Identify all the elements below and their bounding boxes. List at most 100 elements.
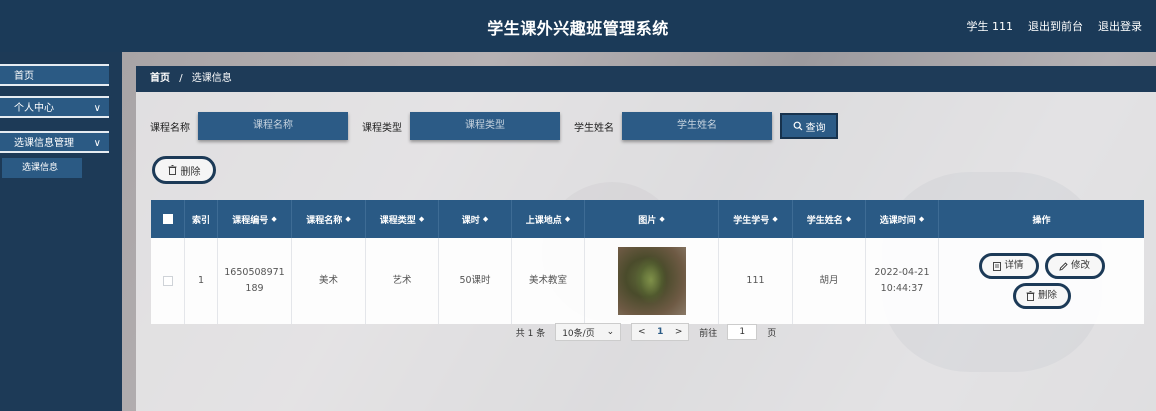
sidebar-item-home[interactable]: 首页 [0,64,109,86]
student-name-input[interactable] [622,112,772,140]
page-size-value: 10条/页 [562,328,595,339]
edit-button[interactable]: 修改 [1044,253,1105,279]
hours-cell: 50课时 [439,238,512,324]
column-header[interactable]: 选课时间 ◆ [866,200,939,238]
course-type-input[interactable] [410,112,560,140]
sort-icon[interactable]: ◆ [419,215,424,223]
actions-row: 详情 修改 [978,253,1105,279]
student-no-cell: 111 [719,238,793,324]
row-checkbox[interactable] [162,276,173,286]
chevron-down-icon: ∨ [93,103,101,114]
main-area: 首页 / 选课信息 课程名称 课程类型 学生姓名 查询 删除 索引 课程编号◆ [122,52,1156,411]
column-header-label: 课程编号 [232,215,269,226]
table-header: 索引 课程编号 ◆ 课程名称 ◆ 课程类型 ◆ 课时 ◆ 上课地点 ◆ 图片 ◆ 学生学号 ◆… [151,200,1144,238]
student-name-label: 学生姓名 [574,122,614,134]
sort-icon[interactable]: ◆ [772,215,777,223]
column-header[interactable]: 课时 ◆ [439,200,512,238]
column-header-label: 图片 [638,215,657,226]
breadcrumb-home[interactable]: 首页 [150,73,170,84]
sidebar-subitem-course-selection[interactable]: 选课信息 [2,158,82,178]
total-count: 共 1 条 [515,328,546,339]
column-header[interactable]: 课程编号 ◆ [218,200,292,238]
column-header[interactable]: 课程名称 ◆ [292,200,366,238]
course-name-input[interactable] [198,112,348,140]
content-panel: 课程名称 课程类型 学生姓名 查询 删除 索引 课程编号◆ 课程名称◆ 课程类型… [136,92,1156,411]
logout-link[interactable]: 退出登录 [1098,18,1142,34]
select-all-cell [151,200,185,238]
sort-icon[interactable]: ◆ [483,215,488,223]
course-image [617,247,686,315]
sidebar-item-personal-center[interactable]: 个人中心 ∨ [0,96,109,118]
breadcrumb-separator: / [179,73,183,84]
batch-delete-label: 删除 [180,166,201,178]
column-header-label: 课程名称 [306,215,343,226]
next-page-button[interactable]: > [675,327,683,337]
sort-icon[interactable]: ◆ [846,215,851,223]
goto-label: 前往 [699,328,718,339]
back-to-front-link[interactable]: 退出到前台 [1028,18,1083,34]
sort-icon[interactable]: ◆ [659,215,664,223]
sidebar: 首页 个人中心 ∨ 选课信息管理 ∨ 选课信息 [0,52,122,411]
page-unit-label: 页 [767,328,777,339]
course-no-line: 189 [245,283,264,294]
sidebar-subitem-label: 选课信息 [22,163,59,173]
row-delete-button[interactable]: 删除 [1012,283,1071,309]
current-page[interactable]: 1 [657,327,663,337]
column-header-label: 学生姓名 [806,215,843,226]
image-cell [585,238,719,324]
top-header: 学生课外兴趣班管理系统 学生 111 退出到前台 退出登录 [0,0,1156,52]
edit-button-label: 修改 [1070,260,1090,271]
column-header-label: 课时 [461,215,480,226]
row-delete-label: 删除 [1037,290,1057,301]
sidebar-item-course-selection-mgmt[interactable]: 选课信息管理 ∨ [0,131,109,153]
table-row: 1 1650508971 189 美术 艺术 50课时 美术教室 111 胡月 … [151,238,1144,324]
pagination: 共 1 条 10条/页 ⌄ < 1 > 前往 1 页 [136,323,1156,341]
selection-time-cell: 2022-04-21 10:44:37 [866,238,939,324]
detail-button[interactable]: 详情 [978,253,1039,279]
column-header[interactable]: 课程类型 ◆ [366,200,439,238]
course-type-label: 课程类型 [362,122,402,134]
sort-icon[interactable]: ◆ [919,215,924,223]
sidebar-item-label: 选课信息管理 [14,138,74,149]
column-header-label: 课程类型 [379,215,416,226]
page-size-select[interactable]: 10条/页 ⌄ [555,323,622,341]
trash-icon [168,165,176,175]
course-no-cell: 1650508971 189 [218,238,292,324]
course-name-cell: 美术 [292,238,366,324]
breadcrumb-current: 选课信息 [191,73,232,84]
student-name-cell: 胡月 [793,238,866,324]
sort-icon[interactable]: ◆ [271,215,276,223]
chevron-down-icon: ⌄ [606,327,615,337]
select-all-checkbox[interactable] [162,214,173,224]
chevron-down-icon: ∨ [93,138,101,149]
sort-icon[interactable]: ◆ [565,215,570,223]
query-button[interactable]: 查询 [780,113,838,139]
column-header[interactable]: 图片 ◆ [585,200,719,238]
prev-page-button[interactable]: < [638,327,646,337]
column-header: 操作 [939,200,1144,238]
edit-icon [1059,261,1068,271]
column-header-label: 选课时间 [879,215,916,226]
goto-page-input[interactable]: 1 [727,324,758,340]
document-icon [993,261,1002,271]
column-header[interactable]: 学生学号 ◆ [719,200,793,238]
course-type-cell: 艺术 [366,238,439,324]
actions-cell: 详情 修改 删除 [939,238,1144,324]
row-checkbox-cell [151,238,185,324]
selection-clock: 10:44:37 [880,283,924,294]
column-header-label: 上课地点 [525,215,562,226]
course-no-line: 1650508971 [224,267,285,278]
sidebar-item-label: 个人中心 [14,103,54,114]
batch-delete-button[interactable]: 删除 [152,156,216,184]
sort-icon[interactable]: ◆ [345,215,350,223]
column-header[interactable]: 学生姓名 ◆ [793,200,866,238]
detail-button-label: 详情 [1004,260,1024,271]
course-selection-table: 索引 课程编号 ◆ 课程名称 ◆ 课程类型 ◆ 课时 ◆ 上课地点 ◆ 图片 ◆ 学生学号 ◆… [151,200,1144,324]
trash-icon [1026,291,1035,301]
breadcrumb: 首页 / 选课信息 [136,66,1156,92]
course-name-label: 课程名称 [150,122,190,134]
current-user[interactable]: 学生 111 [967,18,1014,34]
column-header[interactable]: 上课地点 ◆ [512,200,585,238]
search-bar: 课程名称 课程类型 学生姓名 查询 [136,112,838,140]
query-button-label: 查询 [805,122,826,134]
